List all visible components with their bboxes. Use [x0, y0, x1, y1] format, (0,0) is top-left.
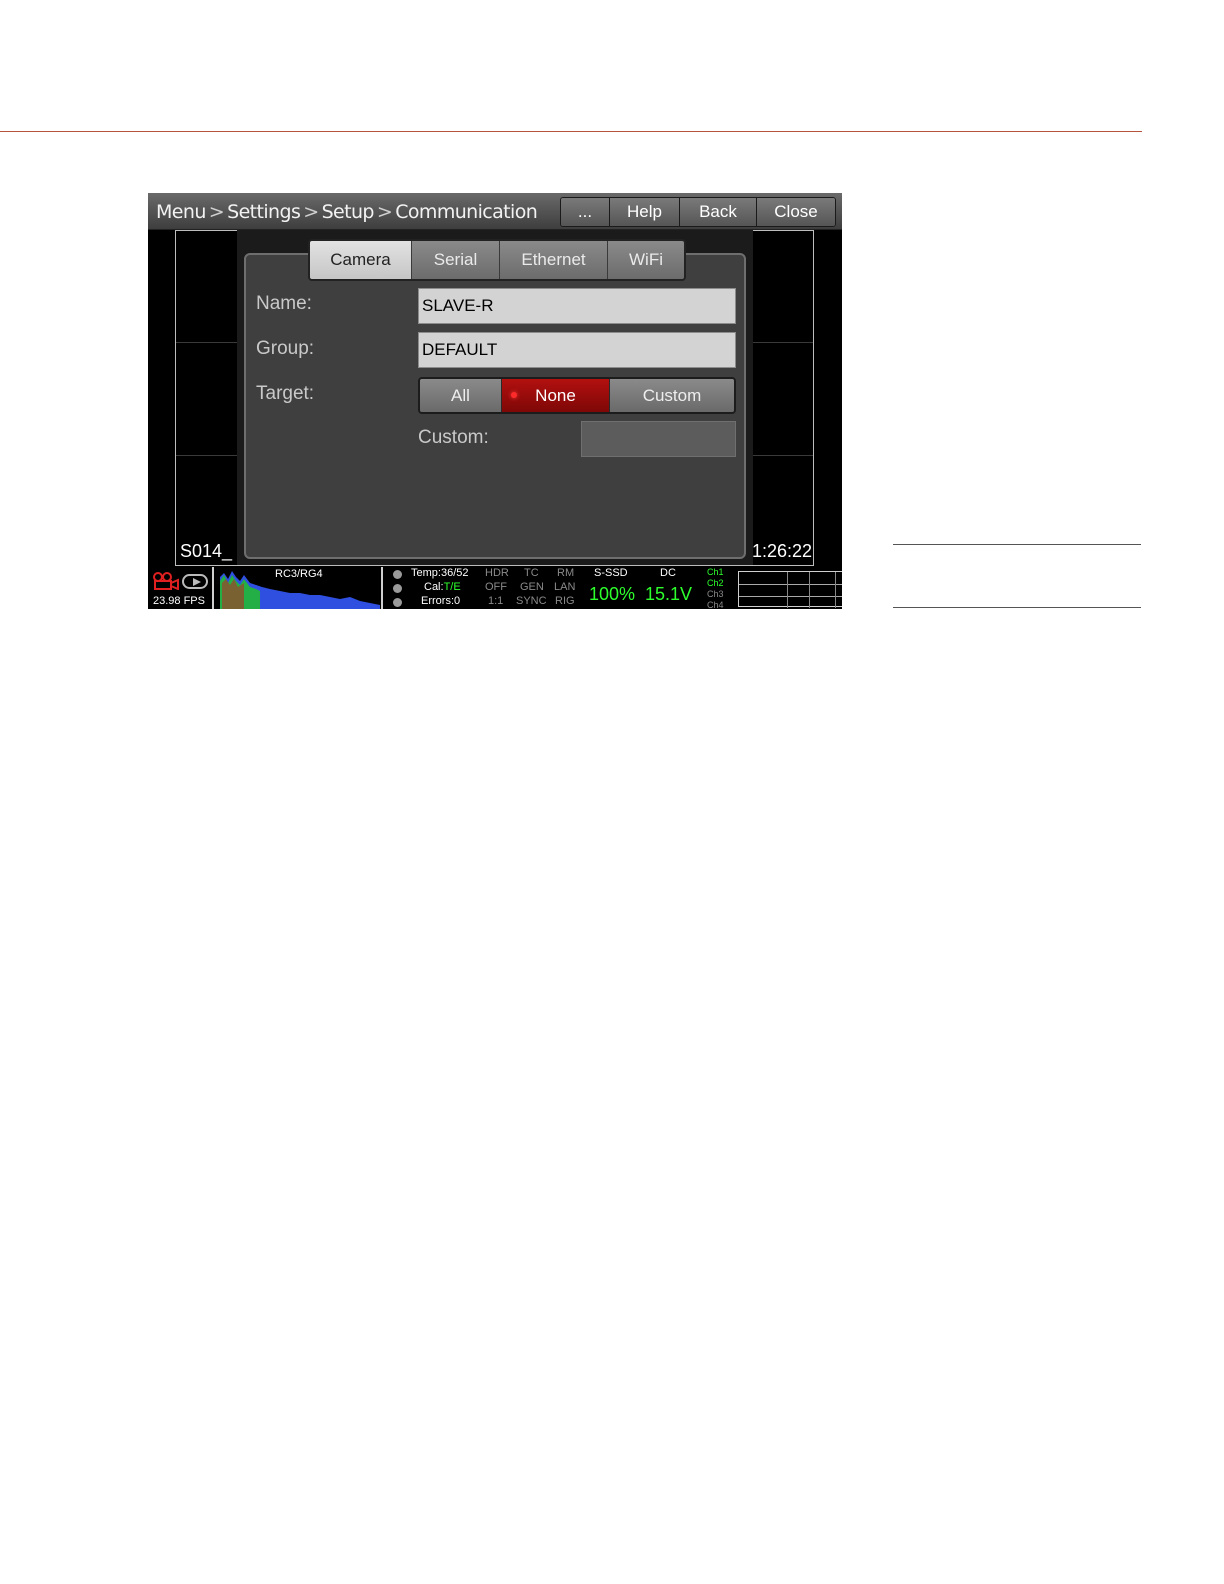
tab-camera[interactable]: Camera — [310, 241, 412, 279]
camera-screen: Menu > Settings > Setup > Communication ... He… — [148, 193, 842, 609]
meter-gridline — [739, 596, 842, 597]
custom-label: Custom: — [418, 427, 489, 448]
clip-name: S014_ — [180, 541, 233, 561]
target-none-label: None — [535, 386, 576, 405]
help-button[interactable]: Help — [610, 198, 680, 226]
top-button-group: ... Help Back Close — [560, 197, 836, 227]
status-indicator-icon — [393, 584, 402, 593]
meter-gridline — [787, 572, 788, 608]
target-label: Target: — [256, 383, 315, 404]
selected-indicator-icon — [511, 392, 517, 398]
hdr-ratio: 1:1 — [488, 595, 504, 607]
meter-gridline — [835, 572, 836, 608]
guide-line — [753, 342, 813, 343]
errors-readout[interactable]: Errors:0 — [421, 595, 460, 607]
audio-meter[interactable] — [738, 571, 842, 608]
tab-serial[interactable]: Serial — [412, 241, 500, 279]
target-custom-button[interactable]: Custom — [610, 379, 734, 412]
status-bar: 23.98 FPS RC3/RG4 Temp:36/52 Cal:T/E Err… — [148, 567, 842, 609]
sidebar-rule-top — [893, 544, 1141, 545]
breadcrumb-item-setup[interactable]: Setup — [322, 201, 375, 223]
sidebar-rule-bottom — [893, 607, 1141, 608]
power-label[interactable]: DC — [660, 567, 676, 579]
custom-field[interactable] — [581, 421, 736, 457]
guide-line — [176, 455, 238, 456]
fps-readout[interactable]: 23.98 FPS — [153, 595, 205, 607]
temp-readout[interactable]: Temp:36/52 — [411, 567, 468, 579]
tc-sync: SYNC — [516, 595, 547, 607]
status-indicator-icon — [393, 598, 402, 607]
audio-channel-2: Ch2 — [707, 578, 724, 588]
divider — [381, 567, 383, 609]
tab-bar: Camera Serial Ethernet WiFi — [308, 239, 686, 281]
divider — [212, 567, 214, 609]
back-button[interactable]: Back — [680, 198, 757, 226]
histogram-label: RC3/RG4 — [275, 568, 323, 580]
breadcrumb-separator: > — [208, 201, 225, 223]
guide-line — [753, 455, 813, 456]
breadcrumb-item-settings[interactable]: Settings — [227, 201, 301, 223]
menu-top-bar: Menu > Settings > Setup > Communication ... He… — [148, 193, 842, 230]
timecode: 1:26:22 — [752, 541, 813, 561]
cal-value: T/E — [443, 581, 461, 593]
name-field[interactable]: SLAVE-R — [418, 288, 736, 324]
name-label: Name: — [256, 293, 312, 314]
meter-gridline — [739, 584, 842, 585]
cal-readout[interactable]: Cal:T/E — [424, 581, 461, 593]
power-value: 15.1V — [645, 584, 693, 604]
meter-gridline — [809, 572, 810, 608]
media-label[interactable]: S-SSD — [594, 567, 628, 579]
target-all-button[interactable]: All — [420, 379, 502, 412]
hdr-label[interactable]: HDR — [485, 567, 509, 579]
breadcrumb-item-communication: Communication — [395, 201, 538, 223]
tab-wifi[interactable]: WiFi — [608, 241, 684, 279]
group-field[interactable]: DEFAULT — [418, 332, 736, 368]
audio-channel-1: Ch1 — [707, 567, 724, 577]
hdr-value: OFF — [485, 581, 507, 593]
more-button[interactable]: ... — [561, 198, 610, 226]
media-value: 100% — [589, 584, 636, 604]
audio-channel-4: Ch4 — [707, 600, 724, 609]
close-button[interactable]: Close — [757, 198, 835, 226]
breadcrumb-separator: > — [376, 201, 393, 223]
breadcrumb: Menu > Settings > Setup > Communication — [156, 201, 538, 223]
rm-label[interactable]: RM — [557, 567, 574, 579]
rm-rig: RIG — [555, 595, 575, 607]
breadcrumb-item-menu[interactable]: Menu — [156, 201, 206, 223]
audio-channel-3: Ch3 — [707, 589, 724, 599]
tc-label[interactable]: TC — [524, 567, 539, 579]
record-camera-icon[interactable] — [153, 572, 179, 590]
tc-value: GEN — [520, 581, 544, 593]
target-selector: All None Custom — [418, 377, 736, 414]
cal-prefix: Cal: — [424, 581, 444, 593]
target-none-button[interactable]: None — [502, 379, 610, 412]
page-header-rule — [0, 131, 1142, 132]
breadcrumb-separator: > — [303, 201, 319, 223]
tab-ethernet[interactable]: Ethernet — [500, 241, 608, 279]
guide-line — [176, 342, 238, 343]
group-label: Group: — [256, 338, 315, 359]
playback-icon[interactable] — [182, 574, 208, 589]
status-indicator-icon — [393, 570, 402, 579]
rm-value: LAN — [554, 581, 576, 593]
